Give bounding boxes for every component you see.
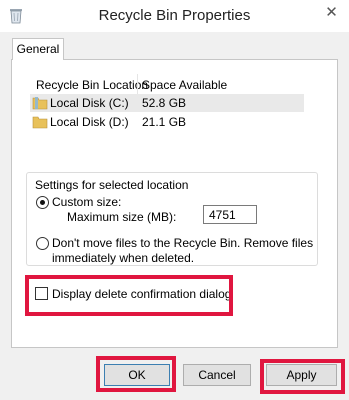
space-available: 21.1 GB — [142, 115, 187, 129]
column-header-location[interactable]: Recycle Bin Location — [36, 78, 148, 92]
cancel-button[interactable]: Cancel — [183, 364, 251, 386]
close-button[interactable]: ✕ — [318, 3, 345, 23]
folder-icon — [32, 116, 48, 129]
dont-move-label-line1[interactable]: Don't move files to the Recycle Bin. Rem… — [52, 236, 313, 250]
list-item-d[interactable]: Local Disk (D:) 21.1 GB — [30, 113, 304, 131]
highlight-box-apply — [260, 359, 345, 394]
custom-size-radio[interactable] — [36, 196, 49, 209]
dont-move-label-line2[interactable]: immediately when deleted. — [52, 251, 194, 265]
tab-general[interactable]: General — [12, 38, 64, 60]
title-bar: Recycle Bin Properties ✕ — [0, 0, 349, 32]
dont-move-radio[interactable] — [36, 237, 49, 250]
folder-icon — [32, 97, 48, 110]
column-header-space[interactable]: Space Available — [142, 78, 227, 92]
highlight-box-ok — [96, 356, 176, 392]
settings-group-legend: Settings for selected location — [33, 178, 191, 192]
highlight-box-confirmation — [25, 275, 233, 316]
window-title: Recycle Bin Properties — [98, 7, 251, 24]
location-name: Local Disk (D:) — [50, 115, 129, 129]
max-size-label: Maximum size (MB): — [67, 210, 177, 224]
max-size-input[interactable]: 4751 — [203, 205, 257, 224]
list-item-c[interactable]: Local Disk (C:) 52.8 GB — [30, 94, 304, 112]
location-list: Recycle Bin Location Space Available Loc… — [30, 74, 304, 136]
column-divider[interactable] — [137, 74, 138, 94]
custom-size-label[interactable]: Custom size: — [52, 195, 121, 209]
space-available: 52.8 GB — [142, 96, 187, 110]
location-name: Local Disk (C:) — [50, 96, 129, 110]
list-header: Recycle Bin Location Space Available — [30, 74, 304, 94]
